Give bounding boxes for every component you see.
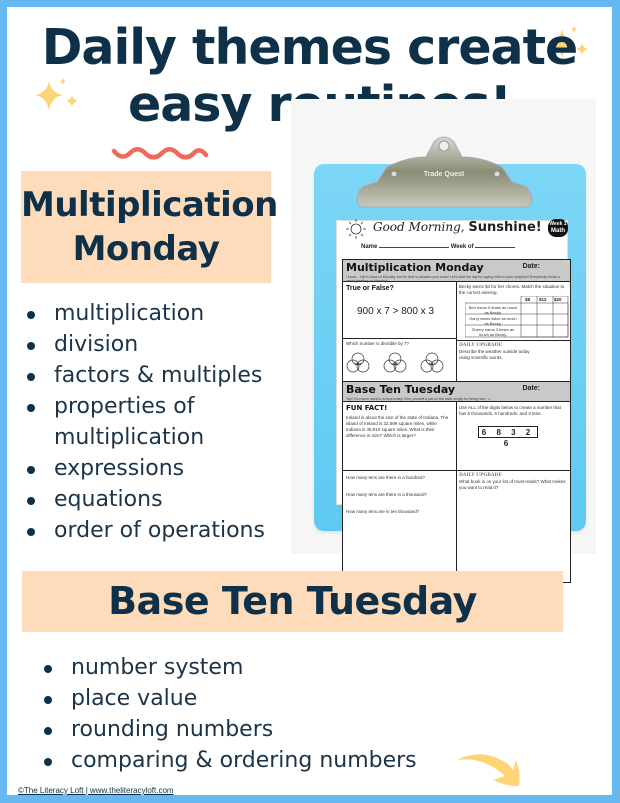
monday-section-header: Multiplication Monday Date: I know... Li… <box>343 260 570 283</box>
headline-line-1: Daily themes create <box>41 19 579 76</box>
greeting-script: Good Morning, <box>373 220 465 234</box>
monday-topic-list: multiplication division factors & multip… <box>20 298 295 546</box>
footer-credit[interactable]: ©The Literacy Loft | www.theliteracyloft… <box>18 786 174 795</box>
topic-item: properties of multiplication <box>20 391 295 453</box>
clipboard-clip-icon: Trade Quest <box>356 136 533 208</box>
topic-item: multiplication <box>20 298 295 329</box>
daily-upgrade-text: What book is on your list of must-reads?… <box>459 479 566 490</box>
squiggle-underline <box>111 147 209 160</box>
topic-item: order of operations <box>20 515 295 546</box>
date-label: Date: <box>522 263 540 270</box>
tuesday-section-title: Base Ten Tuesday <box>346 383 456 396</box>
tuesday-topic-list: number system place value rounding numbe… <box>37 652 457 776</box>
week-badge: Week 1 Math <box>548 219 568 237</box>
date-label: Date: <box>522 385 540 392</box>
name-label: Name <box>361 244 378 250</box>
digits-prompt: Use ALL of the digits below to create a … <box>459 405 561 416</box>
topic-item: factors & multiples <box>20 360 295 391</box>
clipboard-photo: Trade Quest Good Morning, Sunshine! Week… <box>291 99 596 583</box>
clover-number: 647 <box>429 361 436 366</box>
monday-banner: Multiplication Monday <box>21 171 278 283</box>
divisible-prompt: Which number is divisible by 7? <box>346 341 410 346</box>
worksheet-grid: Multiplication Monday Date: I know... Li… <box>342 259 571 583</box>
topic-item: number system <box>37 652 457 683</box>
topic-item: rounding numbers <box>37 714 457 745</box>
fun-fact-label: FUN FACT! <box>346 404 388 412</box>
question: How many tens are in ten thousand? <box>346 509 420 514</box>
topic-item: equations <box>20 484 295 515</box>
monday-title-line-2: Monday <box>72 229 220 269</box>
worksheet-greeting: Good Morning, Sunshine! <box>373 220 542 235</box>
badge-subject: Math <box>551 228 565 234</box>
question: How many tens are there in a hundred? <box>346 475 426 480</box>
tuesday-banner: Base Ten Tuesday <box>22 571 563 632</box>
digits-box: 6 8 3 2 6 <box>478 426 538 448</box>
tuesday-title: Base Ten Tuesday <box>108 579 477 623</box>
earnings-table: $8 $12 $20 Ben earns 5 times as much as … <box>459 296 569 338</box>
clover-icon: 584 476 647 <box>346 352 444 373</box>
poster: Daily themes create easy routines! Multi… <box>7 7 612 795</box>
week-label: Week of <box>450 244 474 250</box>
equation: 900 x 7 > 800 x 3 <box>357 306 435 317</box>
greeting-bold: Sunshine! <box>468 220 542 235</box>
name-week-line: Name Week of <box>361 244 516 250</box>
daily-upgrade-text: Describe the weather outside today using… <box>459 349 530 360</box>
true-false-label: True or False? <box>346 285 394 292</box>
tuesday-section-header: Base Ten Tuesday Date: Yay! You came bac… <box>343 381 570 402</box>
monday-title-line-1: Multiplication <box>21 185 278 225</box>
monday-section-title: Multiplication Monday <box>346 261 484 274</box>
clip-brand: Trade Quest <box>424 171 465 178</box>
question: How many tens are there in a thousand? <box>346 492 428 497</box>
worksheet-header: Good Morning, Sunshine! Week 1 Math <box>343 218 569 240</box>
clover-number: 476 <box>392 361 399 366</box>
topic-item: place value <box>37 683 457 714</box>
curved-arrow-icon <box>457 754 520 786</box>
clover-number: 584 <box>355 361 362 366</box>
fun-fact-text: Ireland is about the size of the state o… <box>346 415 449 438</box>
badge-week: Week 1 <box>549 221 567 227</box>
topic-item: comparing & ordering numbers <box>37 745 457 776</box>
becky-prompt: Becky earns $4 for her chores. Match the… <box>459 284 565 295</box>
topic-item: division <box>20 329 295 360</box>
table-grid <box>465 296 569 338</box>
sun-icon <box>346 219 366 239</box>
tuesday-section-subtitle: Yay! You came back to school today! Give… <box>346 397 492 401</box>
topic-item: expressions <box>20 453 295 484</box>
